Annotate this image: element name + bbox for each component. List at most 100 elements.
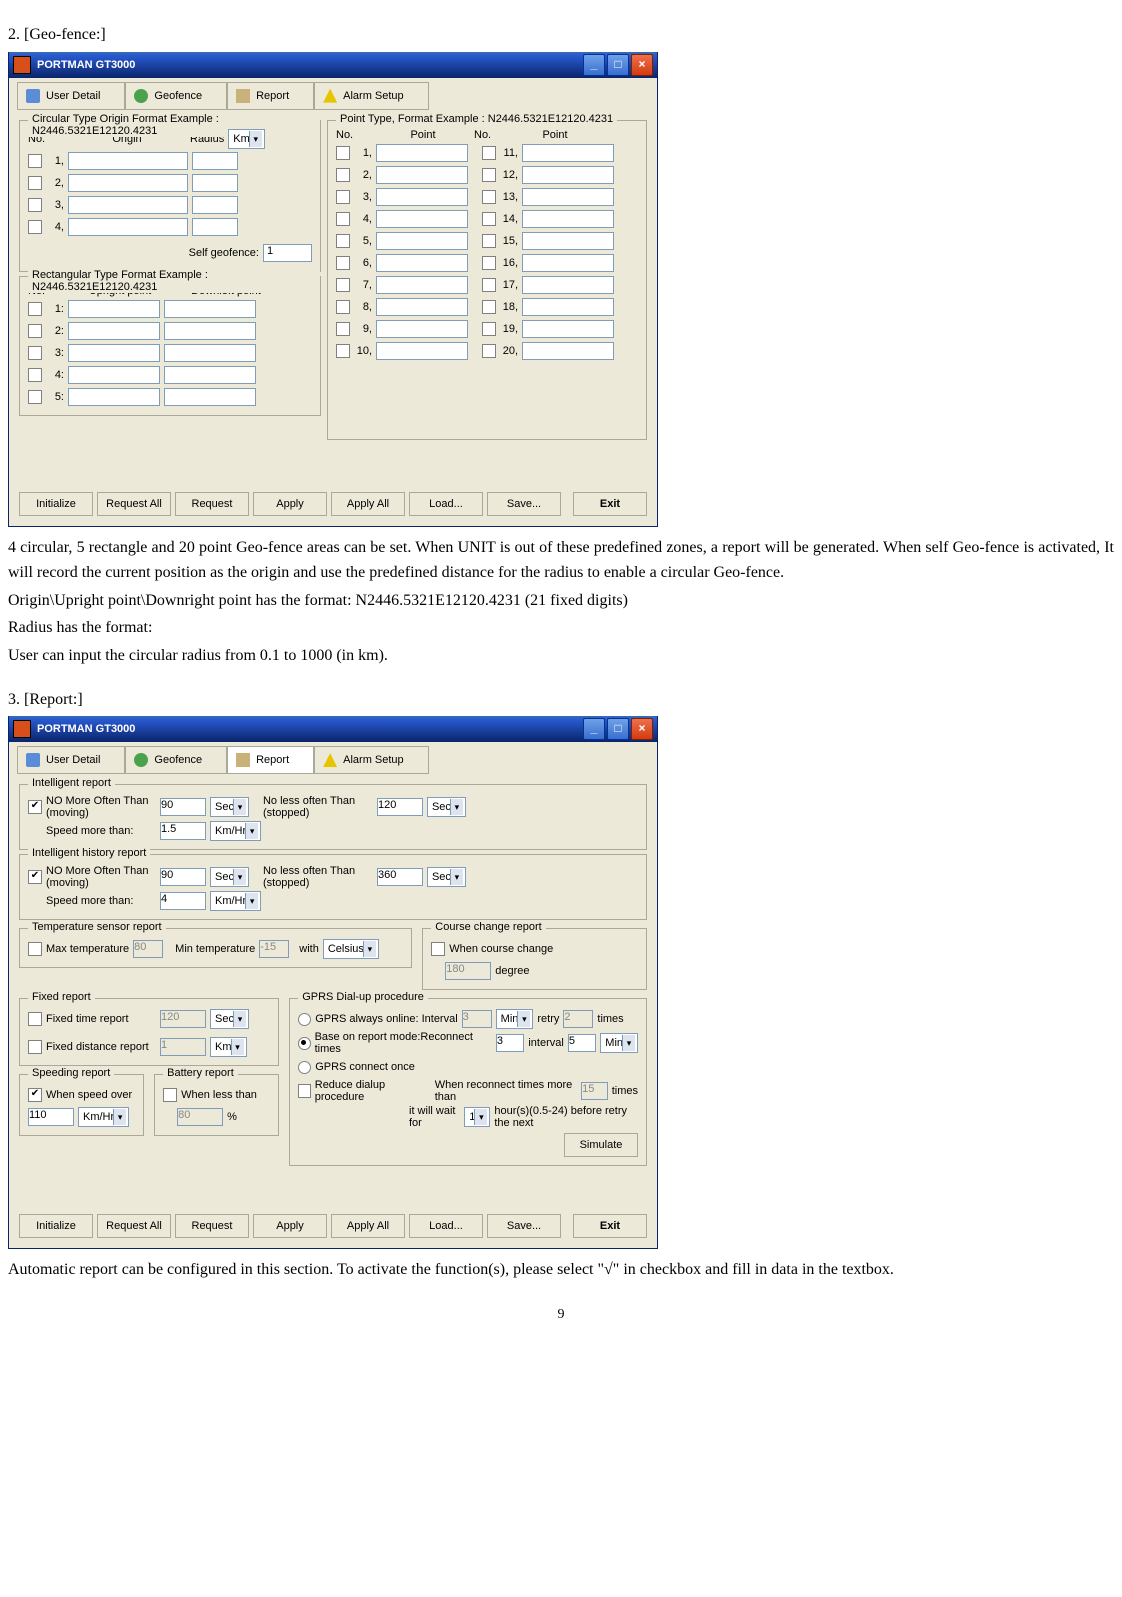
rect-checkbox[interactable] xyxy=(28,368,42,382)
origin-input[interactable] xyxy=(68,174,188,192)
gprs-interval-unit[interactable]: Min xyxy=(496,1009,534,1029)
gprs-once-radio[interactable] xyxy=(298,1061,311,1074)
point-checkbox[interactable] xyxy=(482,146,496,160)
circular-checkbox[interactable] xyxy=(28,220,42,234)
self-geofence-input[interactable]: 1 xyxy=(263,244,312,262)
point-input[interactable] xyxy=(522,254,614,272)
fixed-dist-input[interactable]: 1 xyxy=(160,1038,206,1056)
radius-input[interactable] xyxy=(192,174,238,192)
point-input[interactable] xyxy=(522,320,614,338)
point-checkbox[interactable] xyxy=(336,234,350,248)
radius-input[interactable] xyxy=(192,196,238,214)
point-checkbox[interactable] xyxy=(482,168,496,182)
point-input[interactable] xyxy=(522,210,614,228)
intel-moving-input[interactable]: 90 xyxy=(160,798,206,816)
maximize-button[interactable]: □ xyxy=(607,54,629,76)
point-input[interactable] xyxy=(376,320,468,338)
point-input[interactable] xyxy=(522,188,614,206)
history-checkbox[interactable] xyxy=(28,870,42,884)
downleft-input[interactable] xyxy=(164,344,256,362)
intel-speed-input[interactable]: 1.5 xyxy=(160,822,206,840)
fixed-time-input[interactable]: 120 xyxy=(160,1010,206,1028)
gprs-base-interval-unit[interactable]: Min xyxy=(600,1033,638,1053)
point-checkbox[interactable] xyxy=(336,190,350,204)
gprs-always-radio[interactable] xyxy=(298,1013,311,1026)
point-input[interactable] xyxy=(376,188,468,206)
downleft-input[interactable] xyxy=(164,366,256,384)
hist-moving-input[interactable]: 90 xyxy=(160,868,206,886)
intel-speed-unit[interactable]: Km/Hr xyxy=(210,821,261,841)
reduce-hours-select[interactable]: 1 xyxy=(464,1107,490,1127)
tab-alarm[interactable]: Alarm Setup xyxy=(314,746,429,774)
save-button[interactable]: Save... xyxy=(487,1214,561,1238)
load-button[interactable]: Load... xyxy=(409,1214,483,1238)
rect-checkbox[interactable] xyxy=(28,390,42,404)
gprs-retry-input[interactable]: 2 xyxy=(563,1010,593,1028)
apply-button[interactable]: Apply xyxy=(253,1214,327,1238)
speeding-checkbox[interactable] xyxy=(28,1088,42,1102)
hist-stopped-input[interactable]: 360 xyxy=(377,868,423,886)
point-input[interactable] xyxy=(376,342,468,360)
simulate-button[interactable]: Simulate xyxy=(564,1133,638,1157)
save-button[interactable]: Save... xyxy=(487,492,561,516)
circular-checkbox[interactable] xyxy=(28,154,42,168)
initialize-button[interactable]: Initialize xyxy=(19,492,93,516)
point-input[interactable] xyxy=(376,276,468,294)
close-button[interactable]: × xyxy=(631,718,653,740)
close-button[interactable]: × xyxy=(631,54,653,76)
point-checkbox[interactable] xyxy=(482,278,496,292)
point-input[interactable] xyxy=(376,298,468,316)
point-checkbox[interactable] xyxy=(336,212,350,226)
point-checkbox[interactable] xyxy=(336,256,350,270)
origin-input[interactable] xyxy=(68,152,188,170)
point-checkbox[interactable] xyxy=(336,322,350,336)
intel-stopped-input[interactable]: 120 xyxy=(377,798,423,816)
point-checkbox[interactable] xyxy=(336,168,350,182)
gprs-base-interval-input[interactable]: 5 xyxy=(568,1034,596,1052)
upright-input[interactable] xyxy=(68,366,160,384)
radius-unit-select[interactable]: Km xyxy=(228,129,265,149)
point-checkbox[interactable] xyxy=(482,190,496,204)
origin-input[interactable] xyxy=(68,196,188,214)
hist-stopped-unit[interactable]: Sec xyxy=(427,867,466,887)
battery-checkbox[interactable] xyxy=(163,1088,177,1102)
upright-input[interactable] xyxy=(68,300,160,318)
circular-checkbox[interactable] xyxy=(28,176,42,190)
fixed-dist-checkbox[interactable] xyxy=(28,1040,42,1054)
point-input[interactable] xyxy=(522,144,614,162)
tab-report[interactable]: Report xyxy=(227,82,314,110)
upright-input[interactable] xyxy=(68,388,160,406)
tab-alarm[interactable]: Alarm Setup xyxy=(314,82,429,110)
point-checkbox[interactable] xyxy=(336,146,350,160)
request-all-button[interactable]: Request All xyxy=(97,492,171,516)
point-input[interactable] xyxy=(522,232,614,250)
tab-geofence[interactable]: Geofence xyxy=(125,746,227,774)
downleft-input[interactable] xyxy=(164,388,256,406)
upright-input[interactable] xyxy=(68,322,160,340)
point-input[interactable] xyxy=(376,254,468,272)
request-button[interactable]: Request xyxy=(175,1214,249,1238)
point-checkbox[interactable] xyxy=(336,278,350,292)
hist-speed-unit[interactable]: Km/Hr xyxy=(210,891,261,911)
course-degree-input[interactable]: 180 xyxy=(445,962,491,980)
request-all-button[interactable]: Request All xyxy=(97,1214,171,1238)
hist-speed-input[interactable]: 4 xyxy=(160,892,206,910)
initialize-button[interactable]: Initialize xyxy=(19,1214,93,1238)
intel-moving-unit[interactable]: Sec xyxy=(210,797,249,817)
tab-report[interactable]: Report xyxy=(227,746,314,774)
reduce-dialup-checkbox[interactable] xyxy=(298,1084,311,1098)
speeding-unit[interactable]: Km/Hr xyxy=(78,1107,129,1127)
point-input[interactable] xyxy=(376,166,468,184)
max-temp-input[interactable]: 80 xyxy=(133,940,163,958)
point-checkbox[interactable] xyxy=(336,344,350,358)
minimize-button[interactable]: _ xyxy=(583,54,605,76)
speeding-input[interactable]: 110 xyxy=(28,1108,74,1126)
rect-checkbox[interactable] xyxy=(28,346,42,360)
upright-input[interactable] xyxy=(68,344,160,362)
rect-checkbox[interactable] xyxy=(28,324,42,338)
point-checkbox[interactable] xyxy=(336,300,350,314)
intel-stopped-unit[interactable]: Sec xyxy=(427,797,466,817)
maximize-button[interactable]: □ xyxy=(607,718,629,740)
downleft-input[interactable] xyxy=(164,322,256,340)
radius-input[interactable] xyxy=(192,152,238,170)
